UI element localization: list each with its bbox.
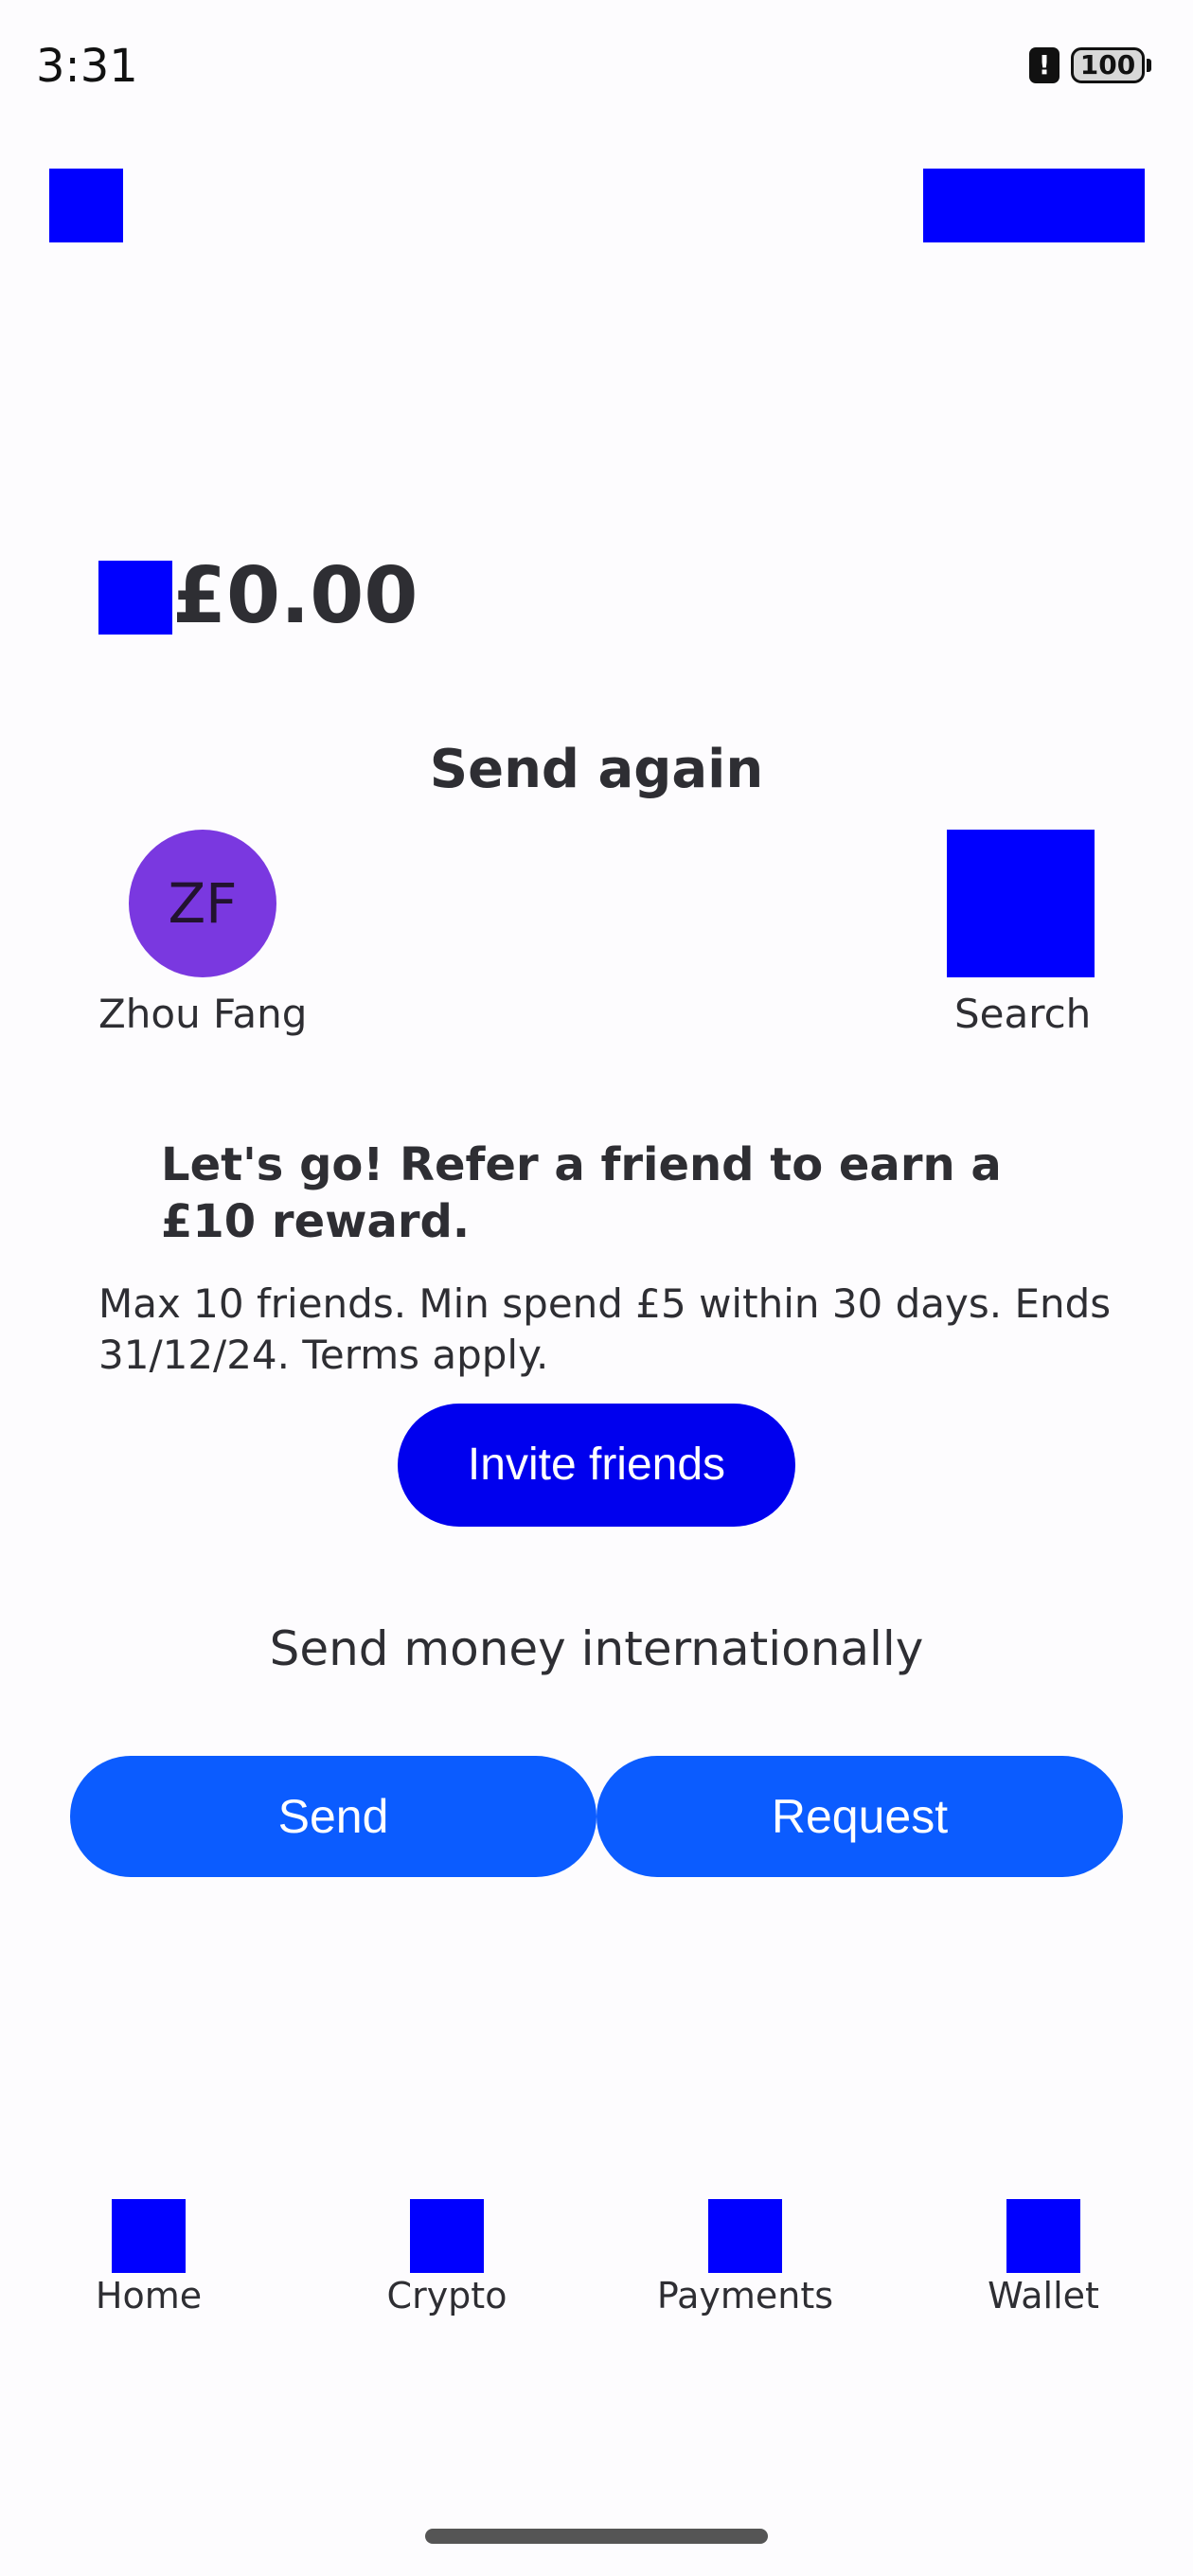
currency-icon[interactable]	[98, 561, 172, 635]
header-action-button[interactable]	[923, 169, 1145, 242]
invite-friends-button[interactable]: Invite friends	[398, 1404, 795, 1527]
nav-label-wallet: Wallet	[988, 2275, 1099, 2317]
nav-item-wallet[interactable]: Wallet	[949, 2199, 1138, 2317]
alert-icon: !	[1029, 47, 1059, 83]
wallet-icon	[1006, 2199, 1080, 2273]
payments-icon	[708, 2199, 782, 2273]
send-again-title: Send again	[429, 739, 764, 800]
request-button[interactable]: Request	[596, 1756, 1123, 1877]
nav-item-payments[interactable]: Payments	[650, 2199, 840, 2317]
promo-title: Let's go! Refer a friend to earn a £10 r…	[161, 1138, 1002, 1248]
contact-avatar[interactable]: ZF	[129, 830, 276, 977]
status-time: 3:31	[36, 40, 138, 93]
promo-terms: Max 10 friends. Min spend £5 within 30 d…	[98, 1280, 1112, 1378]
send-button[interactable]: Send	[70, 1756, 596, 1877]
crypto-icon	[410, 2199, 484, 2273]
nav-item-crypto[interactable]: Crypto	[352, 2199, 542, 2317]
search-icon[interactable]	[947, 830, 1095, 977]
battery-tip	[1147, 59, 1151, 72]
international-title: Send money internationally	[269, 1621, 924, 1676]
status-icons: ! 100	[1029, 47, 1151, 83]
profile-icon[interactable]	[49, 169, 123, 242]
nav-label-payments: Payments	[656, 2275, 834, 2317]
battery-level: 100	[1071, 47, 1145, 83]
balance-amount[interactable]: £0.00	[172, 551, 418, 642]
home-indicator[interactable]	[425, 2529, 768, 2544]
home-icon	[112, 2199, 186, 2273]
battery-icon: 100	[1071, 47, 1151, 83]
search-label[interactable]: Search	[954, 991, 1091, 1037]
nav-item-home[interactable]: Home	[54, 2199, 243, 2317]
nav-label-home: Home	[95, 2275, 203, 2317]
contact-name[interactable]: Zhou Fang	[98, 991, 307, 1037]
nav-label-crypto: Crypto	[386, 2275, 507, 2317]
